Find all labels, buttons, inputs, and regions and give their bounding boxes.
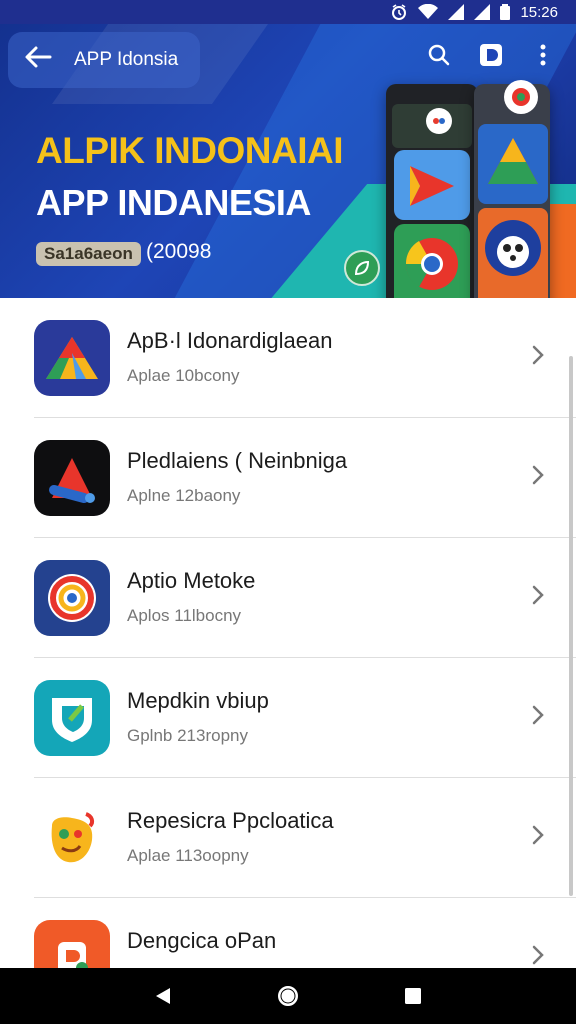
signal2-icon	[474, 4, 491, 20]
hero-title-line2: APP INDANESIA	[36, 182, 311, 223]
alarm-icon	[390, 3, 408, 21]
scrollbar[interactable]	[569, 356, 573, 896]
chevron-right-icon	[530, 464, 546, 486]
list-item[interactable]: Repesicra Ppcloatica Aplae 113oopny	[0, 778, 576, 898]
orange-logo-icon	[34, 920, 110, 968]
page-title: APP Idonsia	[74, 49, 179, 70]
home-circle-icon[interactable]	[268, 976, 308, 1016]
wifi-icon	[418, 4, 439, 20]
status-bar: 15:26	[0, 0, 576, 24]
recents-square-icon[interactable]	[393, 976, 433, 1016]
leaf-badge-icon	[344, 250, 380, 286]
app-name: Pledlaiens ( Neinbniga	[127, 448, 348, 473]
hero-badge: Sa1a6aeon	[36, 242, 141, 266]
app-name: Mepdkin vbiup	[127, 688, 269, 713]
back-arrow-icon[interactable]	[24, 45, 52, 75]
face-logo-icon	[34, 800, 110, 876]
swirl-logo-icon	[34, 560, 110, 636]
status-time: 15:26	[520, 3, 558, 21]
chevron-right-icon	[530, 944, 546, 966]
battery-icon	[500, 4, 511, 20]
app-subtitle: Aplos 11lbocny	[127, 606, 242, 625]
list-item[interactable]: Mepdkin vbiup Gplnb 213ropny	[0, 658, 576, 778]
phone-mockup-illustration	[386, 84, 478, 298]
navigation-bar	[0, 968, 576, 1024]
chevron-right-icon	[530, 344, 546, 366]
wrench-logo-icon	[34, 440, 110, 516]
signal-icon	[448, 4, 465, 20]
app-subtitle: Gplnb 213ropny	[127, 726, 248, 745]
app-name: Repesicra Ppcloatica	[127, 808, 334, 833]
app-subtitle: Aplne 12baony	[127, 486, 241, 505]
app-name: Dengcica oPan	[127, 928, 277, 953]
app-subtitle: Aplae 10bcony	[127, 366, 240, 385]
hero-banner: APP Idonsia ALPIK INDONAIAI APP INDANESI…	[0, 24, 576, 298]
more-vert-icon[interactable]	[530, 42, 556, 68]
app-subtitle: Aplae 113oopny	[127, 846, 249, 865]
phone-mockup-illustration-2	[474, 84, 550, 298]
floating-badge-icon	[504, 80, 538, 114]
bookmark-icon[interactable]	[478, 42, 504, 68]
chevron-right-icon	[530, 824, 546, 846]
shield-logo-icon	[34, 680, 110, 756]
hero-count: (20098	[146, 240, 212, 263]
search-icon[interactable]	[426, 42, 452, 68]
list-item[interactable]: Pledlaiens ( Neinbniga Aplne 12baony	[0, 418, 576, 538]
chevron-right-icon	[530, 584, 546, 606]
list-item[interactable]: Dengcica oPan	[0, 898, 576, 968]
app-list: ApB·l Idonardiglaean Aplae 10bcony Pledl…	[0, 298, 576, 968]
back-triangle-icon[interactable]	[143, 976, 183, 1016]
app-name: ApB·l Idonardiglaean	[127, 328, 333, 353]
app-name: Aptio Metoke	[127, 568, 256, 593]
chevron-right-icon	[530, 704, 546, 726]
hero-title-line1: ALPIK INDONAIAI	[36, 130, 344, 171]
list-item[interactable]: Aptio Metoke Aplos 11lbocny	[0, 538, 576, 658]
triangle-logo-icon	[34, 320, 110, 396]
app-bar: APP Idonsia	[8, 32, 200, 88]
list-item[interactable]: ApB·l Idonardiglaean Aplae 10bcony	[0, 298, 576, 418]
